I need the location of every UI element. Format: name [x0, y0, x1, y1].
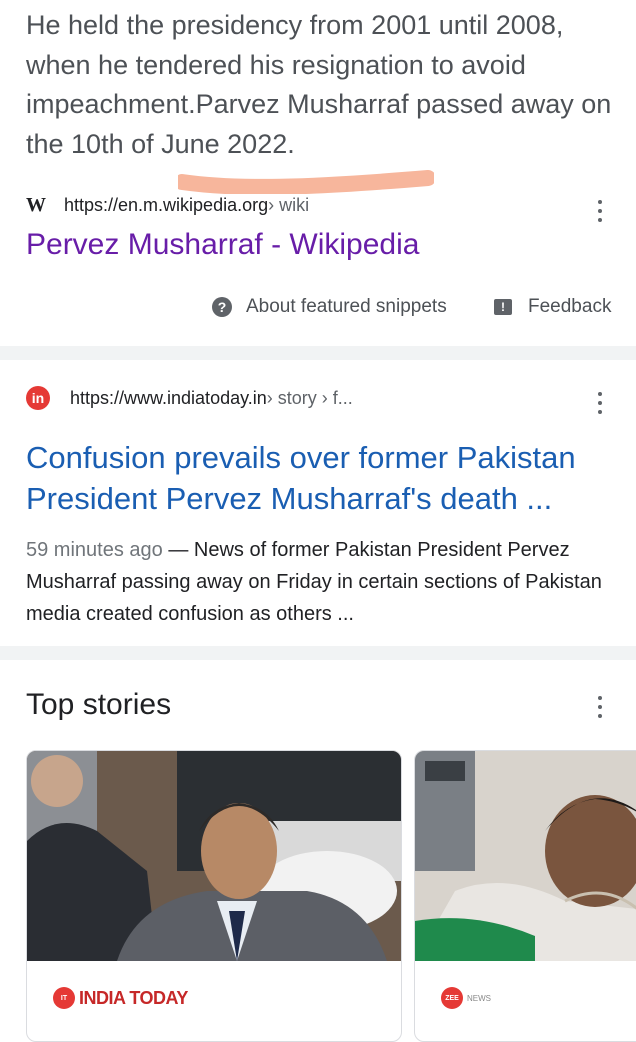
result-source-url: https://www.indiatoday.in — [70, 387, 267, 408]
section-divider — [0, 346, 636, 360]
more-options-icon[interactable] — [592, 198, 608, 224]
india-today-favicon-icon: in — [26, 386, 50, 410]
about-featured-snippets-label: About featured snippets — [246, 296, 447, 317]
featured-source-url: https://en.m.wikipedia.org — [64, 195, 269, 215]
story-card[interactable]: IT INDIA TODAY — [26, 750, 402, 1042]
story-source: ZEE NEWS — [441, 987, 491, 1009]
zee-news-logo-icon: ZEE — [441, 987, 463, 1009]
result-source-cite[interactable]: in https://www.indiatoday.in › story › f… — [26, 386, 353, 410]
feedback-link[interactable]: ! Feedback — [494, 296, 611, 318]
featured-result-title[interactable]: Pervez Musharraf - Wikipedia — [26, 228, 419, 262]
story-source-name: NEWS — [467, 993, 491, 1003]
result-description: 59 minutes ago — News of former Pakistan… — [26, 534, 616, 630]
top-stories-heading: Top stories — [26, 688, 172, 721]
featured-snippet-text: He held the presidency from 2001 until 2… — [26, 10, 612, 159]
india-today-logo-icon: IT — [53, 987, 75, 1009]
story-thumbnail-image — [415, 751, 636, 961]
result-source-crumb: › story › f... — [266, 387, 353, 408]
result-title[interactable]: Confusion prevails over former Pakistan … — [26, 437, 616, 519]
story-card[interactable]: ZEE NEWS — [414, 750, 636, 1042]
about-featured-snippets-link[interactable]: ? About featured snippets — [212, 296, 447, 318]
story-thumbnail-image — [27, 751, 401, 961]
featured-source-crumb: › wiki — [268, 195, 310, 215]
more-options-icon[interactable] — [592, 694, 608, 720]
help-circle-icon: ? — [212, 297, 232, 317]
story-source: IT INDIA TODAY — [53, 987, 188, 1009]
section-divider — [0, 646, 636, 660]
featured-source-cite[interactable]: W https://en.m.wikipedia.org › wiki — [26, 194, 309, 217]
featured-snippet-card: He held the presidency from 2001 until 2… — [0, 0, 636, 346]
result-timestamp: 59 minutes ago — [26, 539, 163, 561]
wikipedia-logo-icon: W — [26, 194, 46, 216]
handwritten-highlight-mark — [178, 170, 434, 194]
feedback-icon: ! — [494, 299, 512, 315]
story-source-name: INDIA TODAY — [79, 987, 188, 1008]
more-options-icon[interactable] — [592, 390, 608, 416]
feedback-label: Feedback — [528, 296, 612, 317]
